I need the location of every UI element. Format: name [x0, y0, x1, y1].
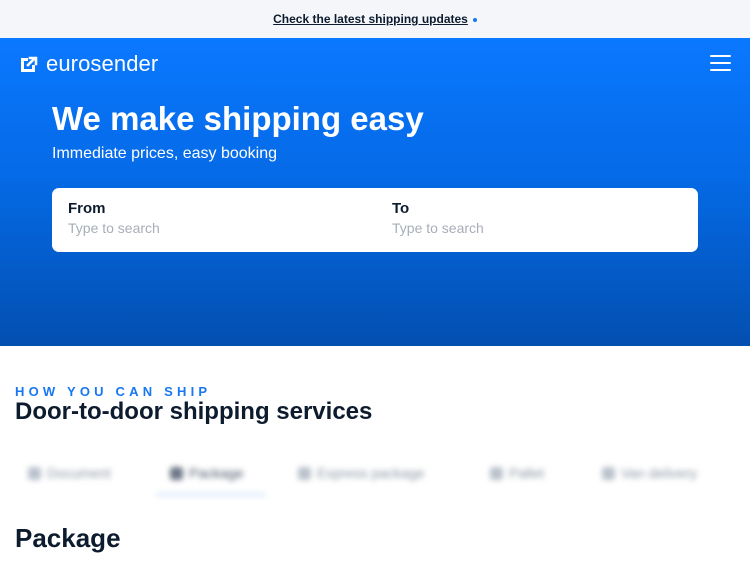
hamburger-menu-icon[interactable] [710, 55, 731, 72]
from-input[interactable] [68, 220, 308, 236]
tab-package[interactable]: Package [170, 465, 243, 481]
tab-label: Van delivery [621, 465, 698, 481]
hero-subtitle: Immediate prices, easy booking [52, 145, 277, 162]
announcement-bar: Check the latest shipping updates [0, 0, 750, 38]
package-section-title: Package [15, 523, 121, 553]
tab-label: Document [47, 465, 111, 481]
update-dot-icon [472, 18, 477, 22]
to-label: To [392, 200, 410, 217]
brand-name: eurosender [46, 51, 159, 76]
service-tabs: Document Package Express package Pallet … [0, 455, 750, 505]
document-icon [28, 466, 41, 480]
tab-pallet[interactable]: Pallet [490, 465, 544, 481]
shipping-updates-link[interactable]: Check the latest shipping updates [273, 12, 468, 26]
tab-label: Pallet [509, 465, 545, 481]
tab-label: Express package [317, 465, 425, 481]
pallet-icon [490, 466, 503, 480]
to-input[interactable] [392, 220, 632, 236]
active-tab-indicator [156, 493, 266, 496]
section-eyebrow: HOW YOU CAN SHIP [15, 384, 212, 399]
from-label: From [68, 200, 106, 217]
van-icon [602, 466, 615, 480]
hero-section: eurosender We make shipping easy Immedia… [0, 38, 750, 346]
package-icon [170, 466, 183, 480]
express-package-icon [298, 466, 311, 480]
route-search-box: From To [52, 188, 698, 252]
services-title: Door-to-door shipping services [15, 398, 373, 425]
hero-title: We make shipping easy [52, 100, 424, 137]
tab-label: Package [189, 465, 244, 481]
from-field: From [68, 200, 308, 236]
to-field: To [392, 200, 632, 236]
tab-van-delivery[interactable]: Van delivery [602, 465, 697, 481]
eurosender-logo-icon [21, 56, 38, 72]
brand-logo[interactable]: eurosender [19, 53, 158, 75]
tab-express-package[interactable]: Express package [298, 465, 424, 481]
tab-document[interactable]: Document [28, 465, 111, 481]
